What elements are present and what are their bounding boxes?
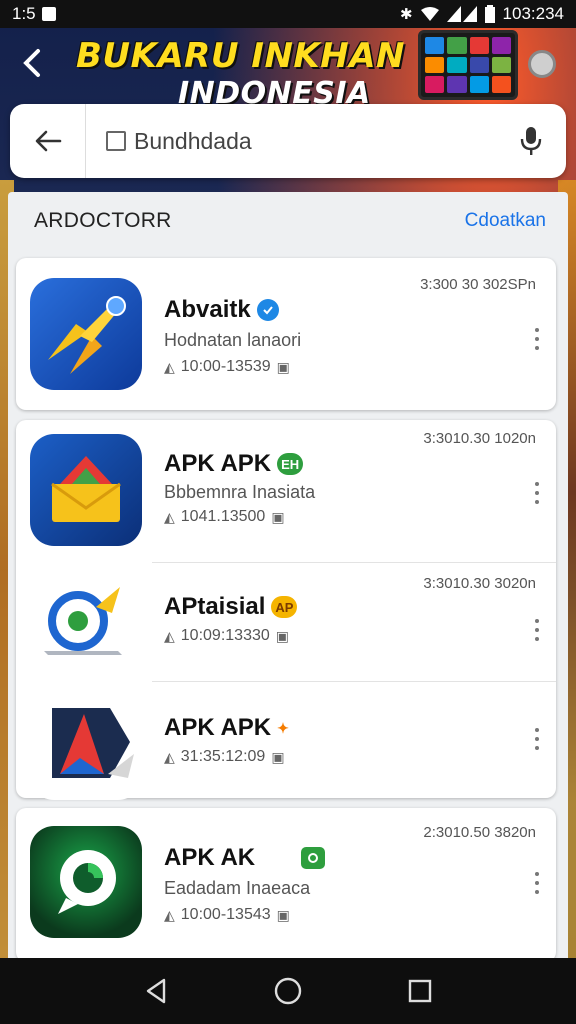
app-meta: ◭ 1041.13500 ▣ — [164, 508, 285, 526]
notification-box-icon — [41, 7, 56, 21]
search-back-button[interactable] — [10, 104, 86, 178]
app-icon-rocket — [30, 278, 142, 390]
back-triangle-icon — [146, 978, 166, 1004]
section-link[interactable]: Cdoatkan — [465, 210, 546, 232]
list-item[interactable]: APK APK ✦ ◭ 31:35:12:09 ▣ — [16, 682, 556, 800]
storage-icon: ▣ — [276, 358, 290, 375]
app-name-text: APK APK — [164, 450, 272, 477]
app-name: APK APK EH — [164, 450, 304, 478]
app-subtitle: Eadadam Inaeaca — [164, 878, 311, 898]
app-meta-text: 10:09:13330 — [180, 627, 270, 644]
more-options-icon[interactable] — [534, 482, 540, 504]
back-chevron-icon[interactable] — [22, 48, 50, 82]
storage-icon: ▣ — [271, 508, 285, 525]
status-bar: 1:5 ✱ 103:234 — [0, 0, 576, 28]
app-card[interactable]: APK AK Eadadam Inaeaca ◭ 10:00-13543 ▣ 2… — [16, 808, 556, 962]
app-name: Abvaitk — [164, 296, 279, 324]
navigation-bar — [0, 958, 576, 1024]
app-meta-text: 10:00-13543 — [180, 906, 271, 923]
app-time: 3:300 30 302SPn — [420, 276, 536, 293]
app-name: APK APK ✦ — [164, 714, 289, 742]
signal-icon — [446, 6, 477, 22]
app-icon-envelope — [30, 434, 142, 546]
app-name-text: Abvaitk — [164, 296, 251, 323]
recents-square-icon — [408, 979, 432, 1003]
app-meta-text: 31:35:12:09 — [180, 748, 266, 765]
list-item[interactable]: Abvaitk Hodnatan lanaori ◭ 10:00-13539 ▣… — [16, 258, 556, 410]
category-badge: AP — [271, 596, 298, 618]
app-name: APtaisial AP — [164, 593, 298, 621]
status-time: 1:5 — [12, 4, 36, 23]
banner-title: BUKARU INKHAN — [76, 36, 405, 76]
list-item[interactable]: APK AK Eadadam Inaeaca ◭ 10:00-13543 ▣ 2… — [16, 808, 556, 962]
app-time: 2:3010.50 3820n — [423, 824, 536, 841]
microphone-icon — [520, 127, 542, 155]
app-meta: ◭ 10:00-13539 ▣ — [164, 358, 290, 376]
microphone-button[interactable] — [496, 104, 566, 178]
arrow-left-icon — [35, 130, 61, 152]
status-clock: 103:234 — [502, 4, 564, 23]
app-name-text: APK APK — [164, 714, 272, 741]
results-panel: ARDOCTORR Cdoatkan Abvaitk Hodnatan lana… — [8, 192, 568, 962]
nav-home-button[interactable] — [268, 971, 308, 1011]
section-header: ARDOCTORR Cdoatkan — [8, 192, 568, 250]
download-icon: ◭ — [164, 748, 175, 765]
wifi-icon — [420, 7, 439, 21]
bluetooth-icon: ✱ — [399, 6, 413, 23]
search-value: Bundhdada — [134, 127, 252, 154]
app-icon-orbit — [30, 567, 142, 679]
app-subtitle: Hodnatan lanaori — [164, 330, 302, 350]
header-banner: BUKARU INKHAN INDONESIA — [0, 28, 576, 111]
storage-icon: ▣ — [276, 906, 290, 923]
app-icon-triangle — [30, 688, 142, 800]
download-icon: ◭ — [164, 508, 175, 525]
app-meta: ◭ 10:00-13543 ▣ — [164, 906, 290, 924]
storage-icon: ▣ — [275, 627, 289, 644]
download-icon: ◭ — [164, 358, 175, 375]
more-options-icon[interactable] — [534, 328, 540, 350]
list-item[interactable]: APK APK EH Bbbemnra Inasiata ◭ 1041.1350… — [16, 420, 556, 562]
download-icon: ◭ — [164, 906, 175, 923]
more-options-icon[interactable] — [534, 872, 540, 894]
more-options-icon[interactable] — [534, 619, 540, 641]
download-icon: ◭ — [164, 627, 175, 644]
refresh-badge-icon — [301, 847, 326, 869]
tablet-illustration — [418, 30, 518, 100]
app-meta-text: 10:00-13539 — [180, 358, 271, 375]
list-item[interactable]: APtaisial AP ◭ 10:09:13330 ▣ 3:3010.30 3… — [16, 563, 556, 681]
nav-back-button[interactable] — [136, 971, 176, 1011]
nav-recents-button[interactable] — [400, 971, 440, 1011]
app-icon-chat — [30, 826, 142, 938]
home-circle-icon — [274, 977, 302, 1005]
sparkle-icon: ✦ — [277, 719, 289, 736]
search-bar[interactable]: Bundhdada — [10, 104, 566, 178]
app-time: 3:3010.30 1020n — [423, 430, 536, 447]
app-meta-text: 1041.13500 — [180, 508, 266, 525]
storage-icon: ▣ — [271, 748, 285, 765]
app-name-text: APK AK — [164, 844, 256, 871]
app-meta: ◭ 31:35:12:09 ▣ — [164, 748, 285, 766]
battery-icon — [484, 5, 495, 23]
app-name: APK AK — [164, 844, 326, 872]
app-card[interactable]: Abvaitk Hodnatan lanaori ◭ 10:00-13539 ▣… — [16, 258, 556, 410]
app-time: 3:3010.30 3020n — [423, 575, 536, 592]
more-options-icon[interactable] — [534, 728, 540, 750]
search-input[interactable]: Bundhdada — [86, 128, 496, 155]
app-subtitle: Bbbemnra Inasiata — [164, 482, 316, 502]
app-meta: ◭ 10:09:13330 ▣ — [164, 627, 289, 645]
app-card-group: APK APK EH Bbbemnra Inasiata ◭ 1041.1350… — [16, 420, 556, 800]
section-title: ARDOCTORR — [34, 209, 172, 232]
app-name-text: APtaisial — [164, 593, 266, 620]
verified-badge-icon — [256, 299, 279, 321]
category-badge: EH — [277, 453, 304, 475]
gear-icon[interactable] — [528, 50, 556, 78]
input-glyph-icon — [106, 131, 126, 151]
